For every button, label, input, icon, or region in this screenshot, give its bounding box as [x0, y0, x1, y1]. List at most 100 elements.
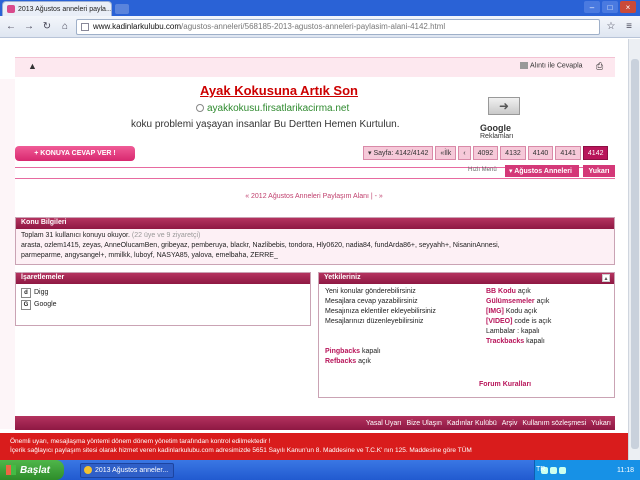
tray-icon[interactable]: [559, 466, 566, 474]
perm-reply: Mesajlara cevap yazabilirsiniz: [325, 298, 418, 305]
ad-url[interactable]: ayakkokusu.firsatlarikacirma.net: [196, 103, 349, 114]
tab-title: 2013 Ağustos anneleri payla...: [18, 5, 112, 13]
quick-menu-forum-tab[interactable]: ▾ Ağustos Anneleri: [505, 165, 579, 177]
start-label: Başlat: [20, 464, 51, 476]
google-ad[interactable]: Ayak Kokusuna Artık Son ayakkokusu.firsa…: [88, 79, 544, 140]
ad-arrow-icon[interactable]: ➜: [488, 97, 520, 115]
footer-link-legal[interactable]: Yasal Uyarı: [366, 420, 402, 427]
perm-state: açık: [517, 288, 531, 295]
perm-img: [IMG] Kodu açık: [486, 308, 537, 315]
close-window-button[interactable]: ×: [620, 1, 636, 13]
collapse-icon[interactable]: ▴: [602, 274, 610, 282]
task-label: 2013 Ağustos anneler...: [95, 466, 169, 474]
quote-reply-link[interactable]: Alıntı ile Cevapla: [520, 62, 583, 69]
footer-link-home[interactable]: Kadınlar Kulübü: [447, 420, 497, 427]
google-ads-label: Google Reklamları: [480, 123, 544, 140]
perm-state: açık: [358, 358, 371, 365]
minimize-button[interactable]: –: [584, 1, 600, 13]
bookmark-google[interactable]: G Google: [21, 300, 305, 310]
globe-icon: [196, 104, 204, 112]
perm-html: Lambalar : kapalı: [486, 328, 540, 335]
browser-tab[interactable]: 2013 Ağustos anneleri payla... ×: [2, 1, 112, 16]
scrollbar-thumb[interactable]: [631, 59, 639, 449]
ad-description: koku problemi yaşayan insanlar Bu Dertte…: [131, 119, 400, 130]
ad-title[interactable]: Ayak Kokusuna Artık Son: [200, 83, 358, 98]
divider: [15, 178, 615, 179]
forward-button[interactable]: →: [22, 20, 36, 34]
perm-state: açık: [536, 298, 550, 305]
web-page: ▲ Alıntı ile Cevapla ⎙ Ayak Kokusuna Art…: [0, 39, 628, 460]
perm-state: kapalı: [526, 338, 545, 345]
pingbacks-link[interactable]: Pingbacks: [325, 348, 360, 355]
url-path: /agustos-anneleri/568185-2013-agustos-an…: [181, 22, 446, 31]
browser-tabstrip: 2013 Ağustos anneleri payla... × – □ ×: [0, 0, 640, 16]
multi-quote-icon[interactable]: ⎙: [596, 61, 603, 72]
img-link[interactable]: [IMG]: [486, 308, 504, 315]
window-controls: – □ ×: [584, 1, 636, 13]
footer-link-archive[interactable]: Arşiv: [502, 420, 518, 427]
perm-refbacks: Refbacks açık: [325, 358, 371, 365]
thread-info-body: Toplam 31 kullanıcı konuyu okuyor. (22 ü…: [16, 229, 614, 263]
browser-toolbar: ← → ↻ ⌂ www.kadinlarkulubu.com/agustos-a…: [0, 16, 640, 38]
page-scrollbar[interactable]: [628, 39, 640, 460]
reload-button[interactable]: ↻: [40, 20, 54, 34]
chrome-icon: [84, 466, 92, 474]
bbcode-link[interactable]: BB Kodu: [486, 288, 516, 295]
quick-menu-label: Hızlı Menü: [468, 167, 497, 173]
perm-state: code is açık: [514, 318, 552, 325]
page-link[interactable]: 4141: [555, 146, 581, 160]
bookmark-digg[interactable]: d Digg: [21, 288, 305, 298]
bookmarks-box: İşaretlemeler d Digg G Google: [15, 272, 311, 326]
page-link[interactable]: 4140: [527, 146, 554, 160]
page-link[interactable]: 4092: [472, 146, 499, 160]
viewer-count: Toplam 31 kullanıcı konuyu okuyor. (22 ü…: [21, 231, 609, 241]
perm-smilies: Gülümsemeler açık: [486, 298, 549, 305]
footer-link-top[interactable]: Yukarı: [591, 420, 611, 427]
smilies-link[interactable]: Gülümsemeler: [486, 298, 535, 305]
perm-bbcode: BB Kodu açık: [486, 288, 531, 295]
tray-icon[interactable]: [550, 466, 557, 474]
quick-menu-top-tab[interactable]: Yukarı: [583, 165, 615, 177]
perm-attachments: Mesajınıza eklentiler ekleyebilirsiniz: [325, 308, 436, 315]
thread-navigation[interactable]: « 2012 Ağustos Anneleri Paylaşım Alanı |…: [0, 193, 628, 200]
forum-rules-link[interactable]: Forum Kuralları: [479, 381, 531, 388]
perm-trackbacks: Trackbacks kapalı: [486, 338, 545, 345]
back-button[interactable]: ←: [4, 20, 18, 34]
menu-wrench-icon[interactable]: ≡: [622, 20, 636, 34]
reply-thread-button[interactable]: + KONUYA CEVAP VER !: [15, 146, 135, 161]
page-footer: Yasal Uyarı Bize Ulaşın Kadınlar Kulübü …: [15, 416, 615, 430]
bookmark-star-icon[interactable]: ☆: [604, 20, 618, 34]
language-indicator[interactable]: TR: [536, 466, 545, 473]
bookmarks-heading: İşaretlemeler: [16, 273, 310, 284]
maximize-button[interactable]: □: [602, 1, 618, 13]
viewer-breakdown: (22 üye ve 9 ziyaretçi): [131, 232, 201, 239]
refbacks-link[interactable]: Refbacks: [325, 358, 356, 365]
perm-state: kapalı: [361, 348, 381, 355]
page-first[interactable]: «İlk: [435, 146, 457, 160]
page-current: 4142: [582, 146, 609, 160]
bookmarks-body: d Digg G Google: [16, 284, 310, 314]
address-bar[interactable]: www.kadinlarkulubu.com/agustos-anneleri/…: [76, 18, 600, 35]
page-side-bg: [0, 79, 15, 429]
thread-info-box: Konu Bilgileri Toplam 31 kullanıcı konuy…: [15, 217, 615, 265]
clock[interactable]: 11:18: [617, 467, 634, 474]
digg-icon: d: [21, 288, 31, 298]
site-favicon-icon: [7, 5, 15, 13]
warning-icon[interactable]: ▲: [28, 61, 37, 71]
taskbar-chrome-window[interactable]: 2013 Ağustos anneler...: [80, 462, 174, 478]
page-icon: [81, 22, 89, 31]
footer-link-contact[interactable]: Bize Ulaşın: [407, 420, 442, 427]
trackbacks-link[interactable]: Trackbacks: [486, 338, 524, 345]
video-link[interactable]: [VIDEO]: [486, 318, 512, 325]
page-select[interactable]: ▾ Sayfa: 4142/4142: [363, 146, 434, 160]
start-button[interactable]: Başlat: [0, 460, 64, 480]
system-tray: 11:18: [534, 460, 640, 480]
notice-line: İçerik sağlayıcı paylaşım sitesi olarak …: [10, 447, 472, 454]
perm-state: Kodu açık: [505, 308, 537, 315]
page-prev[interactable]: ‹: [458, 146, 471, 160]
new-tab-button[interactable]: [115, 4, 129, 14]
footer-link-terms[interactable]: Kullanım sözleşmesi: [522, 420, 586, 427]
page-link[interactable]: 4132: [500, 146, 526, 160]
home-button[interactable]: ⌂: [58, 20, 72, 34]
perm-new-threads: Yeni konular gönderebilirsiniz: [325, 288, 416, 295]
